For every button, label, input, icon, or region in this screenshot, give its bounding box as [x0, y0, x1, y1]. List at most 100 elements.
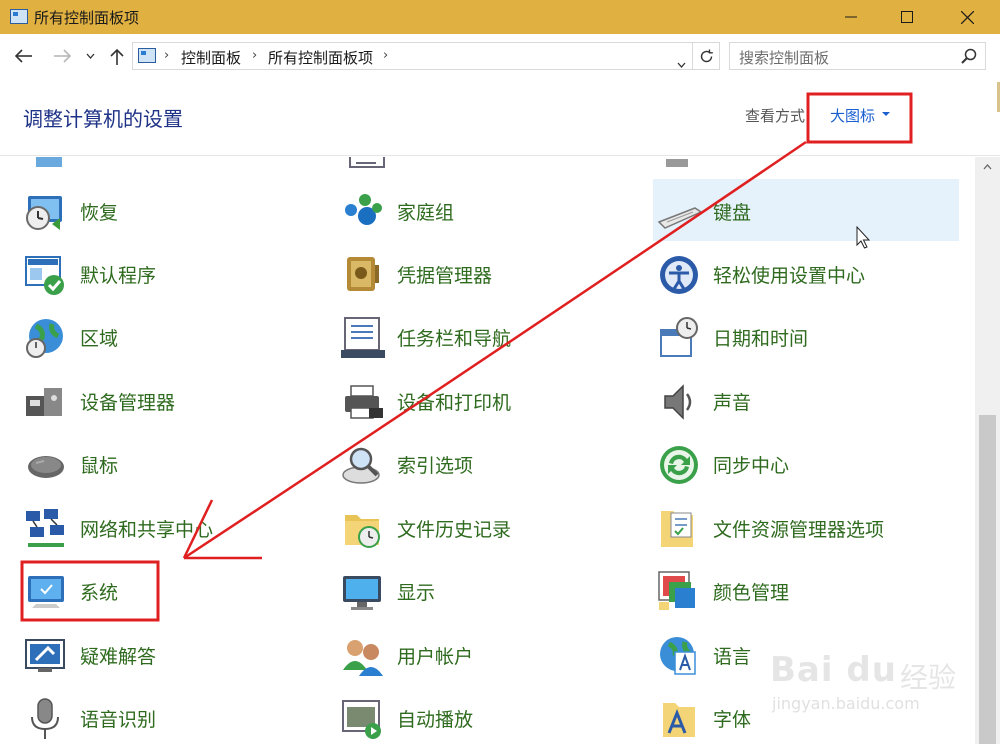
control-panel-item[interactable]: 设备管理器: [22, 373, 312, 431]
address-dropdown-button[interactable]: [677, 53, 686, 72]
control-panel-item[interactable]: 凭据管理器: [339, 246, 629, 304]
control-panel-item-label[interactable]: 日期和时间: [713, 324, 808, 351]
watermark-brand-cn: 经验: [900, 661, 957, 694]
control-panel-item[interactable]: 声音: [655, 373, 945, 431]
control-panel-item-label[interactable]: 用户帐户: [397, 642, 473, 669]
recent-locations-button[interactable]: [82, 44, 98, 68]
control-panel-item-label[interactable]: 系统: [80, 578, 118, 605]
control-panel-item[interactable]: 语音识别: [22, 690, 312, 744]
control-panel-item-label[interactable]: 网络和共享中心: [80, 515, 213, 542]
page-title: 调整计算机的设置: [23, 107, 183, 131]
control-panel-item-label[interactable]: 设备和打印机: [397, 388, 511, 415]
minimize-icon: [845, 16, 857, 18]
control-panel-item[interactable]: 任务栏和导航: [339, 309, 629, 367]
minimize-button[interactable]: [824, 0, 878, 34]
control-panel-item-label[interactable]: 语言: [713, 642, 751, 669]
control-panel-item[interactable]: 颜色管理: [655, 563, 945, 621]
autoplay-icon: [342, 700, 381, 739]
breadcrumb-separator-icon[interactable]: ›: [383, 48, 388, 63]
control-panel-item[interactable]: 区域: [22, 309, 312, 367]
control-panel-item-label[interactable]: 疑难解答: [80, 642, 156, 669]
control-panel-item[interactable]: 恢复: [22, 183, 312, 241]
up-button[interactable]: [106, 44, 128, 68]
control-panel-item[interactable]: 显示: [339, 563, 629, 621]
chevron-up-icon: [983, 164, 992, 170]
control-panel-item-label[interactable]: 默认程序: [80, 261, 156, 288]
title-bar: 所有控制面板项: [0, 0, 1000, 34]
control-panel-item[interactable]: 系统: [22, 563, 312, 621]
address-bar[interactable]: › 控制面板 › 所有控制面板项 ›: [132, 42, 720, 70]
control-panel-item[interactable]: 日期和时间: [655, 309, 945, 367]
control-panel-item-label[interactable]: 家庭组: [397, 198, 454, 225]
breadcrumb-separator-icon[interactable]: ›: [252, 48, 257, 63]
ease-of-access-icon: [660, 256, 698, 294]
scrollbar-thumb[interactable]: [979, 415, 996, 744]
control-panel-item[interactable]: 同步中心: [655, 436, 945, 494]
refresh-button[interactable]: [692, 42, 720, 70]
maximize-button[interactable]: [880, 0, 934, 34]
search-input[interactable]: 搜索控制面板: [729, 42, 986, 70]
control-panel-item[interactable]: 网络和共享中心: [22, 500, 312, 558]
control-panel-item[interactable]: 轻松使用设置中心: [655, 246, 945, 304]
breadcrumb-separator-icon[interactable]: ›: [164, 48, 169, 63]
forward-button[interactable]: [51, 44, 73, 68]
control-panel-item-label[interactable]: 索引选项: [397, 451, 473, 478]
breadcrumb-all-items[interactable]: 所有控制面板项: [268, 47, 373, 68]
view-by-label: 查看方式:: [745, 107, 811, 125]
control-panel-item[interactable]: 疑难解答: [22, 627, 312, 685]
control-panel-item-label[interactable]: 键盘: [713, 198, 751, 225]
control-panel-item[interactable]: 文件历史记录: [339, 500, 629, 558]
close-button[interactable]: [940, 0, 994, 34]
devices-printers-icon: [345, 385, 383, 419]
control-panel-item-label[interactable]: 凭据管理器: [397, 261, 492, 288]
system-icon: [28, 576, 64, 608]
control-panel-item-label[interactable]: 颜色管理: [713, 578, 789, 605]
arrow-up-icon: [110, 48, 124, 65]
search-icon[interactable]: [961, 48, 977, 64]
control-panel-item-label[interactable]: 任务栏和导航: [397, 324, 511, 351]
control-panel-item[interactable]: 自动播放: [339, 690, 629, 744]
control-panel-item[interactable]: 用户帐户: [339, 627, 629, 685]
control-panel-item[interactable]: 家庭组: [339, 183, 629, 241]
control-panel-item[interactable]: 设备和打印机: [339, 373, 629, 431]
partial-item-icon[interactable]: [660, 157, 710, 171]
control-panel-item-label[interactable]: 自动播放: [397, 705, 473, 732]
dropdown-caret-icon[interactable]: [882, 112, 890, 116]
sound-icon: [664, 384, 692, 420]
control-panel-item-label[interactable]: 同步中心: [713, 451, 789, 478]
control-panel-icon: [138, 48, 156, 63]
partial-item-icon[interactable]: [30, 157, 80, 171]
scroll-up-button[interactable]: [975, 157, 1000, 177]
control-panel-item[interactable]: 索引选项: [339, 436, 629, 494]
control-panel-item[interactable]: 文件资源管理器选项: [655, 500, 945, 558]
arrow-right-icon: [54, 49, 71, 63]
page-header: 调整计算机的设置 查看方式: 大图标: [0, 78, 1000, 156]
control-panel-item-label[interactable]: 设备管理器: [80, 388, 175, 415]
control-panel-item[interactable]: 默认程序: [22, 246, 312, 304]
partial-item-icon[interactable]: [346, 157, 396, 171]
breadcrumb-control-panel[interactable]: 控制面板: [181, 47, 241, 68]
control-panel-item-label[interactable]: 文件资源管理器选项: [713, 515, 884, 542]
back-button[interactable]: [13, 44, 35, 68]
control-panel-item-label[interactable]: 字体: [713, 705, 751, 732]
control-panel-item-label[interactable]: 显示: [397, 578, 435, 605]
control-panel-item-label[interactable]: 声音: [713, 388, 751, 415]
date-time-icon: [660, 317, 698, 357]
control-panel-item[interactable]: 键盘: [653, 179, 959, 241]
refresh-icon: [700, 49, 713, 62]
search-placeholder: 搜索控制面板: [739, 49, 830, 67]
control-panel-item-label[interactable]: 区域: [80, 324, 118, 351]
control-panel-item-label[interactable]: 鼠标: [80, 451, 118, 478]
sync-center-icon: [660, 446, 698, 484]
vertical-scrollbar[interactable]: [975, 157, 1000, 744]
control-panel-item-label[interactable]: 恢复: [80, 198, 118, 225]
control-panel-item-label[interactable]: 文件历史记录: [397, 515, 511, 542]
file-history-icon: [345, 515, 380, 548]
view-by-dropdown[interactable]: 大图标: [830, 105, 875, 126]
control-panel-item-label[interactable]: 语音识别: [80, 705, 156, 732]
control-panel-item-label[interactable]: 轻松使用设置中心: [713, 261, 865, 288]
control-panel-item[interactable]: 鼠标: [22, 436, 312, 494]
chevron-down-icon: [677, 62, 686, 68]
chevron-down-icon: [86, 53, 94, 59]
mouse-icon: [28, 456, 64, 478]
